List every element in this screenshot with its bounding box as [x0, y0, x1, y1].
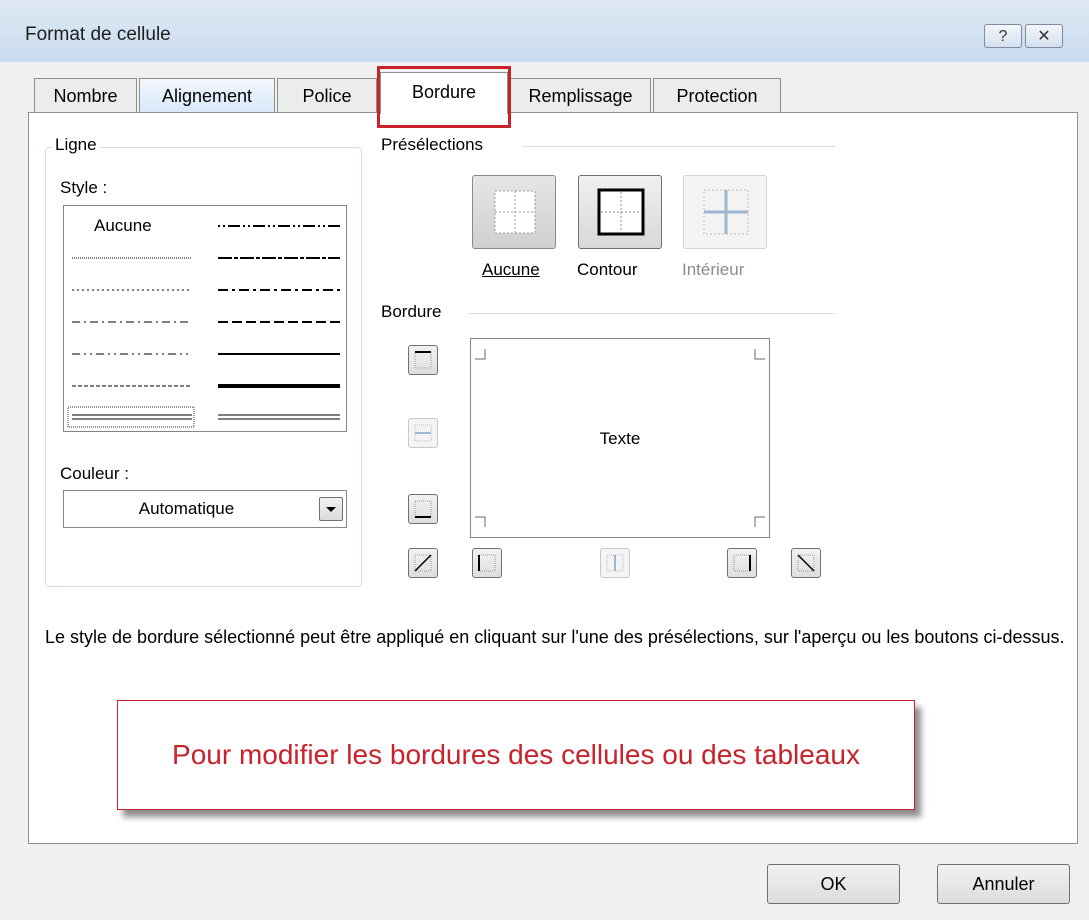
tab-nombre[interactable]: Nombre — [34, 78, 137, 112]
preview-text: Texte — [599, 429, 641, 448]
border-top-button[interactable] — [408, 345, 438, 375]
border-left-icon — [478, 554, 496, 572]
border-right-icon — [733, 554, 751, 572]
border-inside-vertical-icon — [606, 554, 624, 572]
border-label: Bordure — [381, 302, 442, 322]
tab-alignement[interactable]: Alignement — [139, 78, 275, 112]
presets-label: Présélections — [381, 135, 484, 155]
help-button[interactable]: ? — [984, 24, 1022, 48]
annotation-callout: Pour modifier les bordures des cellules … — [117, 700, 915, 810]
border-inside-horizontal-button[interactable] — [408, 418, 438, 448]
tab-remplissage[interactable]: Remplissage — [510, 78, 651, 112]
close-icon: ✕ — [1037, 28, 1051, 45]
chevron-down-icon — [326, 507, 336, 512]
color-value: Automatique — [138, 499, 235, 518]
close-button[interactable]: ✕ — [1025, 24, 1063, 48]
border-right-button[interactable] — [727, 548, 757, 578]
title-bar: Format de cellule ? ✕ — [0, 0, 1089, 62]
format-cells-dialog: Format de cellule ? ✕ Nombre Alignement … — [0, 0, 1089, 920]
tab-protection[interactable]: Protection — [653, 78, 781, 112]
border-separator — [468, 313, 835, 314]
line-group-label: Ligne — [52, 135, 100, 155]
border-bottom-button[interactable] — [408, 494, 438, 524]
preset-none-icon — [494, 190, 536, 234]
border-bottom-icon — [414, 500, 432, 518]
dialog-title: Format de cellule — [25, 24, 171, 45]
ok-button[interactable]: OK — [767, 864, 900, 904]
color-dropdown[interactable]: Automatique — [63, 490, 347, 528]
diagonal-down-icon — [797, 554, 815, 572]
preset-outline-icon — [597, 188, 645, 236]
preset-none-button[interactable] — [472, 175, 556, 249]
border-diagonal-up-button[interactable] — [408, 548, 438, 578]
preset-inside-icon — [703, 189, 749, 235]
preset-inside-label: Intérieur — [682, 260, 745, 280]
style-option-none[interactable]: Aucune — [94, 216, 152, 236]
dropdown-arrow-button[interactable] — [319, 497, 343, 521]
preset-outline-label: Contour — [577, 260, 638, 280]
border-top-icon — [414, 351, 432, 369]
line-style-list: Aucune — [63, 205, 347, 432]
tab-police[interactable]: Police — [277, 78, 377, 112]
color-label: Couleur : — [60, 464, 129, 484]
preset-outline-button[interactable] — [578, 175, 662, 249]
border-inside-horizontal-icon — [414, 424, 432, 442]
border-preview[interactable]: Texte — [470, 338, 770, 538]
border-diagonal-down-button[interactable] — [791, 548, 821, 578]
preset-inside-button[interactable] — [683, 175, 767, 249]
style-label: Style : — [60, 178, 108, 198]
cancel-button[interactable]: Annuler — [937, 864, 1070, 904]
border-left-button[interactable] — [472, 548, 502, 578]
border-inside-vertical-button[interactable] — [600, 548, 630, 578]
help-icon: ? — [998, 28, 1008, 45]
line-style-swatches[interactable] — [64, 206, 346, 431]
hint-text: Le style de bordure sélectionné peut êtr… — [45, 627, 1065, 647]
diagonal-up-icon — [414, 554, 432, 572]
presets-separator — [522, 146, 835, 147]
active-tab-highlight — [377, 66, 511, 128]
preset-none-label: Aucune — [482, 260, 540, 280]
